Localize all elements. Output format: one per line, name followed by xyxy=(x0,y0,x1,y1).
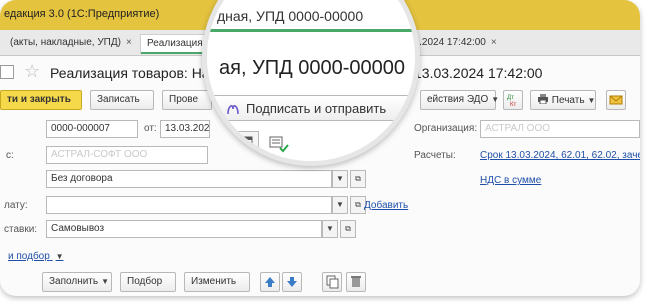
mail-icon[interactable] xyxy=(606,90,626,110)
selection-link[interactable]: и подбор ▼ xyxy=(8,251,64,262)
star-icon[interactable]: ☆ xyxy=(24,61,40,82)
dt-kt-icon[interactable]: Дт Кт xyxy=(503,90,523,110)
app-window: едакция 3.0 (1С:Предприятие) (акты, накл… xyxy=(0,0,640,296)
change-button[interactable]: Изменить xyxy=(184,272,250,292)
fill-button[interactable]: Заполнить ▼ xyxy=(42,272,112,292)
chevron-down-icon[interactable]: ▼ xyxy=(332,170,348,188)
open-icon[interactable]: ⧉ xyxy=(340,220,356,238)
date-label: от: xyxy=(144,123,157,134)
vat-link[interactable]: НДС в сумме xyxy=(480,175,541,186)
print-button[interactable]: Печать ▼ xyxy=(530,90,596,110)
edo-actions-label: ействия ЭДО xyxy=(427,94,489,105)
svg-text:Дт: Дт xyxy=(507,95,514,101)
printer-icon xyxy=(538,94,548,105)
delivery-label: ставки: xyxy=(4,224,38,235)
svg-text:Кт: Кт xyxy=(510,102,516,108)
calendar-icon[interactable] xyxy=(233,131,259,155)
tab-label: (акты, накладные, УПД) xyxy=(10,37,121,48)
window-title: едакция 3.0 (1С:Предприятие) xyxy=(4,8,160,20)
sign-and-send-button[interactable]: Подписать и отправить xyxy=(213,95,409,121)
check-button[interactable]: Прове xyxy=(162,90,212,110)
magnified-tab-label: дная, УПД 0000-00000 xyxy=(217,8,364,24)
organization-field[interactable]: АСТРАЛ ООО xyxy=(480,120,640,138)
close-icon[interactable]: × xyxy=(491,37,497,48)
counterparty-label: с: xyxy=(6,150,14,161)
settlements-label: Расчеты: xyxy=(414,150,456,161)
signature-icon xyxy=(226,102,240,116)
tab-label: 03.2024 17:42:00 xyxy=(408,37,486,48)
magnified-tab-underline xyxy=(207,29,415,32)
settlements-link[interactable]: Срок 13.03.2024, 62.01, 62.02, зачет xyxy=(480,150,640,161)
post-and-close-button[interactable]: ти и закрыть xyxy=(0,90,82,110)
selection-link-label: и подбор xyxy=(8,251,50,262)
organization-label: Организация: xyxy=(414,123,478,134)
edo-actions-button[interactable]: ействия ЭДО ▼ xyxy=(420,90,500,110)
sign-and-send-label: Подписать и отправить xyxy=(246,101,387,116)
document-date: 13.03.2024 17:42:00 xyxy=(414,65,543,81)
counterparty-field[interactable]: АСТРАЛ-СОФТ ООО xyxy=(46,146,208,164)
pick-button[interactable]: Подбор xyxy=(120,272,176,292)
document-title: Реализация товаров: На xyxy=(50,65,210,81)
magnified-document-title: ая, УПД 0000-00000 xyxy=(219,57,406,79)
chevron-down-icon: ▼ xyxy=(101,277,110,286)
document-number-field[interactable]: 0000-000007 xyxy=(46,120,138,138)
move-up-icon[interactable] xyxy=(260,272,280,292)
delivery-field[interactable]: Самовывоз xyxy=(46,220,322,238)
open-icon[interactable]: ⧉ xyxy=(350,170,366,188)
add-link[interactable]: Добавить xyxy=(364,200,408,211)
chevron-down-icon: ▼ xyxy=(587,96,596,105)
save-button[interactable]: Записать xyxy=(90,90,154,110)
magnifier-lens: дная, УПД 0000-00000 ая, УПД 0000-00000 … xyxy=(202,0,420,166)
fill-label: Заполнить xyxy=(49,276,99,287)
document-date-field[interactable]: 13.03.202 xyxy=(160,120,210,138)
contract-field[interactable]: Без договора xyxy=(46,170,332,188)
close-icon[interactable]: × xyxy=(126,37,132,48)
chevron-down-icon: ▼ xyxy=(491,95,500,104)
move-down-icon[interactable] xyxy=(282,272,302,292)
print-label: Печать xyxy=(551,95,585,106)
copy-icon[interactable] xyxy=(322,272,342,292)
nav-back-button[interactable] xyxy=(0,65,14,79)
payer-field[interactable] xyxy=(46,196,332,214)
magnified-date-tail: 00 xyxy=(207,136,222,151)
delete-icon[interactable] xyxy=(346,272,366,292)
document-status-icon xyxy=(269,135,289,156)
chevron-down-icon: ▼ xyxy=(55,252,64,261)
payer-label: лату: xyxy=(4,200,28,211)
tab-acts[interactable]: (акты, накладные, УПД) × xyxy=(4,34,138,54)
chevron-down-icon[interactable]: ▼ xyxy=(322,220,338,238)
chevron-down-icon[interactable]: ▼ xyxy=(332,196,348,214)
